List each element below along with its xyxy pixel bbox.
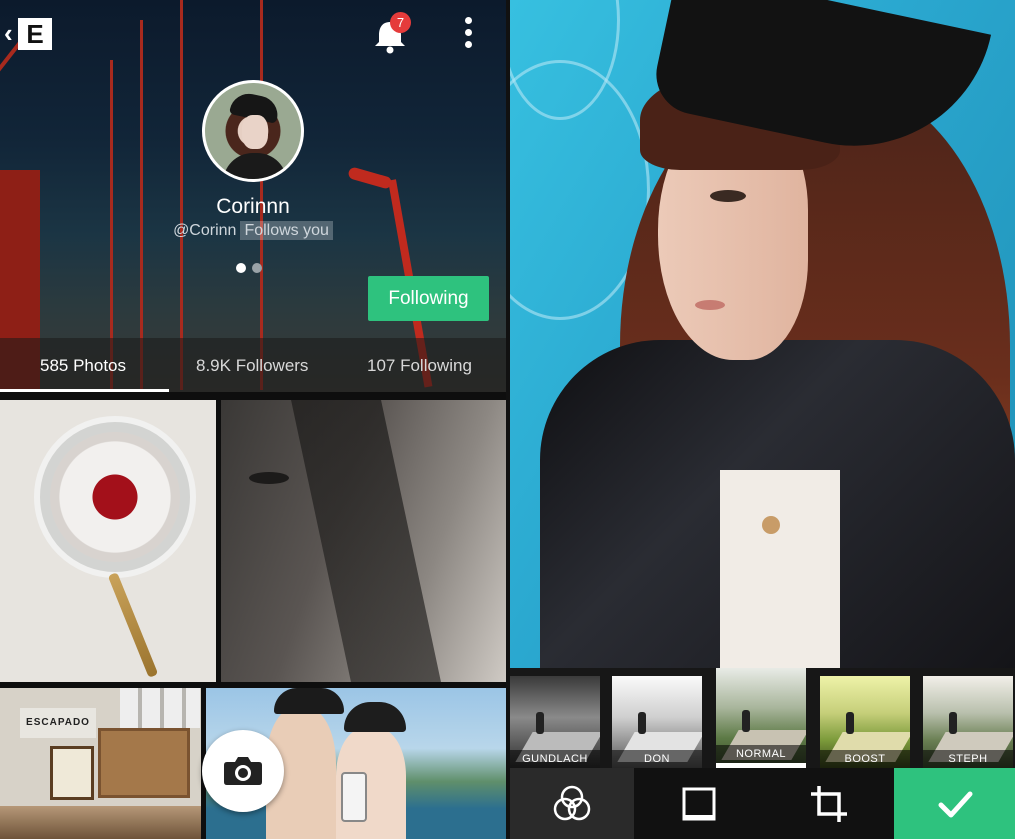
photo-editor-screen: GUNDLACH DON NORMAL BOOST STEPH [510, 0, 1015, 839]
more-options-icon[interactable] [460, 17, 476, 53]
profile-handle: @Corinn [173, 222, 237, 239]
filter-boost[interactable]: BOOST [820, 676, 910, 768]
profile-screen: ‹ E 7 Corinnn @Corinn Follows you Followi… [0, 0, 506, 839]
filters-icon [553, 785, 591, 820]
notification-badge: 7 [390, 12, 411, 33]
tab-followers[interactable]: 8.9K Followers [196, 338, 308, 392]
jacket-snap [762, 516, 780, 534]
apply-button[interactable] [894, 768, 1015, 839]
edited-photo [510, 0, 1015, 670]
frame-icon [682, 787, 716, 820]
photo-tile-cake[interactable] [0, 400, 216, 682]
filter-strip: GUNDLACH DON NORMAL BOOST STEPH [510, 668, 1015, 768]
profile-handle-row: @Corinn Follows you [0, 221, 506, 240]
street-lamp-head [347, 166, 393, 190]
photo-tile-moodboard[interactable]: ESCAPADO [0, 688, 201, 839]
camera-icon [224, 757, 262, 785]
editor-toolbar [510, 768, 1015, 839]
camera-button[interactable] [202, 730, 284, 812]
avatar[interactable] [202, 80, 304, 182]
tab-photos[interactable]: 585 Photos [40, 338, 126, 392]
frame-tool-button[interactable] [634, 768, 764, 839]
photo-subject-eye [710, 190, 746, 202]
photo-subject-shirt [720, 470, 840, 670]
crop-icon [811, 785, 847, 822]
crop-tool-button[interactable] [764, 768, 894, 839]
page-dot [252, 263, 262, 273]
board-sign-text: ESCAPADO [20, 708, 96, 738]
follows-you-badge: Follows you [240, 221, 333, 240]
app-logo-back-button[interactable]: ‹ E [4, 14, 52, 52]
page-dot-active [236, 263, 246, 273]
filter-steph[interactable]: STEPH [923, 676, 1013, 768]
eyeem-logo-icon: E [18, 18, 52, 50]
filter-don[interactable]: DON [612, 676, 702, 768]
filter-normal[interactable]: NORMAL [716, 668, 806, 768]
page-indicator [236, 260, 268, 278]
active-tab-indicator [0, 389, 169, 392]
filters-tool-button[interactable] [510, 768, 634, 839]
checkmark-icon [938, 791, 972, 817]
following-button[interactable]: Following [368, 276, 489, 321]
chevron-left-icon: ‹ [4, 18, 13, 48]
photo-subject-lips [695, 300, 725, 310]
tab-following[interactable]: 107 Following [367, 338, 472, 392]
filter-gundlach[interactable]: GUNDLACH [510, 676, 600, 768]
profile-name: Corinnn [216, 195, 290, 218]
profile-stats-tabs: 585 Photos 8.9K Followers 107 Following [0, 338, 506, 392]
photo-tile-portrait[interactable] [221, 400, 506, 682]
